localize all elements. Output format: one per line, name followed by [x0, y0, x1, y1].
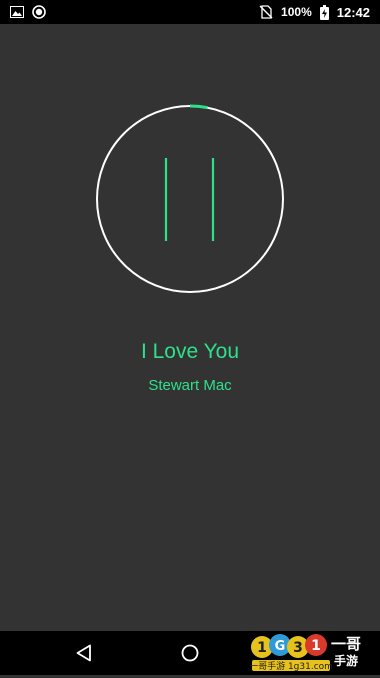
svg-text:3: 3: [293, 640, 303, 656]
battery-charging-icon: [319, 4, 329, 20]
record-icon: [32, 5, 46, 19]
svg-text:手游: 手游: [334, 653, 358, 668]
clock: 12:42: [336, 4, 370, 20]
image-icon: [10, 6, 24, 18]
no-sim-icon: [259, 5, 273, 19]
watermark-logo: 1 G 3 1 一哥 手游 一哥手游 1g31.com: [249, 627, 378, 673]
back-button[interactable]: [62, 631, 106, 675]
svg-text:一哥: 一哥: [331, 635, 361, 653]
home-button[interactable]: [168, 631, 212, 675]
status-bar-right: 100% 12:42: [259, 4, 370, 20]
svg-text:G: G: [275, 639, 286, 654]
battery-percentage: 100%: [281, 5, 312, 19]
home-icon: [181, 644, 199, 662]
svg-text:1: 1: [311, 638, 321, 654]
progress-ring-track: [96, 105, 284, 293]
navigation-bar: 1 G 3 1 一哥 手游 一哥手游 1g31.com: [0, 631, 380, 675]
status-bar-left: [10, 5, 46, 19]
pause-icon: [164, 158, 215, 241]
progress-ring-arc: [189, 104, 208, 110]
back-icon: [76, 644, 92, 662]
play-pause-button[interactable]: [95, 104, 285, 294]
svg-text:1: 1: [257, 640, 267, 656]
song-artist: Stewart Mac: [148, 377, 232, 394]
status-bar: 100% 12:42: [0, 0, 380, 24]
svg-text:一哥手游 1g31.com: 一哥手游 1g31.com: [250, 660, 333, 672]
song-title: I Love You: [140, 340, 240, 363]
